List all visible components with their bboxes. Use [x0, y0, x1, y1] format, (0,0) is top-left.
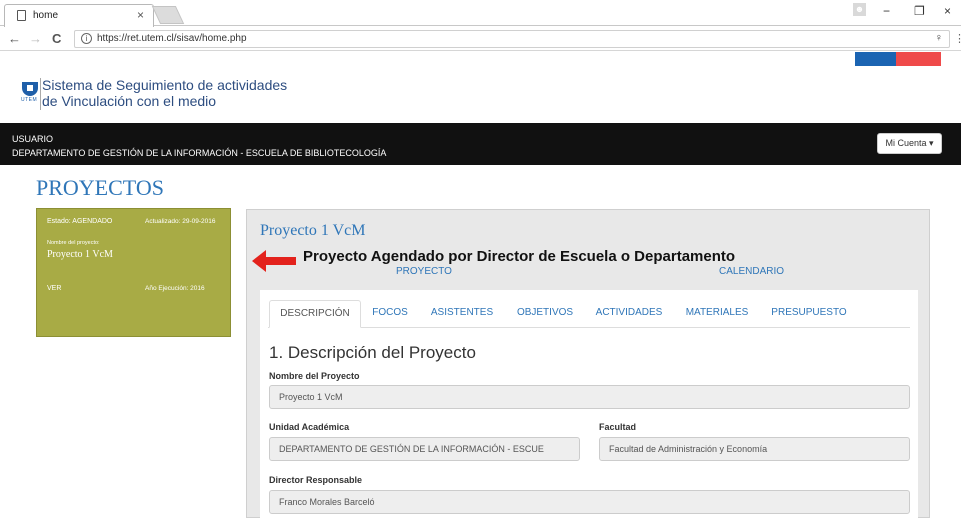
flag-red — [896, 52, 941, 66]
user-bar: USUARIO DEPARTAMENTO DE GESTIÓN DE LA IN… — [0, 123, 961, 165]
academic-unit-field[interactable]: DEPARTAMENTO DE GESTIÓN DE LA INFORMACIÓ… — [269, 437, 580, 461]
annotation-callout: Proyecto Agendado por Director de Escuel… — [303, 248, 736, 265]
reload-icon[interactable]: C — [52, 31, 61, 46]
tab-actividades[interactable]: ACTIVIDADES — [588, 300, 670, 328]
director-label: Director Responsable — [269, 475, 363, 485]
tab-focos[interactable]: FOCOS — [364, 300, 416, 328]
shield-icon — [22, 82, 38, 96]
extension-icon[interactable]: ♀ — [935, 32, 943, 44]
calendario-link[interactable]: CALENDARIO — [719, 266, 784, 277]
url-text[interactable]: https://ret.utem.cl/sisav/home.php — [97, 33, 247, 44]
proyecto-link[interactable]: PROYECTO — [396, 266, 452, 277]
logo-text: UTEM — [21, 97, 38, 103]
site-title-line1: Sistema de Seguimiento de actividades — [42, 77, 288, 93]
card-name: Proyecto 1 VcM — [47, 249, 113, 260]
tab-title: home — [33, 10, 59, 21]
my-account-button[interactable]: Mi Cuenta ▾ — [877, 133, 942, 154]
browser-tab-bar: home × ☻ − ❐ × — [0, 0, 961, 27]
section-title: 1. Descripción del Proyecto — [269, 343, 476, 362]
director-field[interactable]: Franco Morales Barceló — [269, 490, 910, 514]
card-updated: Actualizado: 29-09-2016 — [145, 218, 216, 225]
red-arrow-icon — [252, 250, 296, 272]
forward-icon[interactable]: → — [29, 31, 42, 46]
card-name-label: Nombre del proyecto: — [47, 240, 100, 246]
address-bar: ← → C i https://ret.utem.cl/sisav/home.p… — [0, 27, 961, 51]
restore-button[interactable]: ❐ — [914, 4, 925, 18]
new-tab-button[interactable] — [151, 6, 185, 24]
brand-divider — [40, 78, 41, 110]
utem-logo: UTEM — [21, 82, 38, 104]
tab-close-icon[interactable]: × — [137, 8, 144, 22]
project-name-label: Nombre del Proyecto — [269, 371, 360, 381]
browser-menu-icon[interactable]: ⋮ — [954, 32, 961, 45]
tab-materiales[interactable]: MATERIALES — [678, 300, 756, 328]
user-department: DEPARTAMENTO DE GESTIÓN DE LA INFORMACIÓ… — [12, 148, 387, 158]
close-window-button[interactable]: × — [944, 4, 951, 18]
project-card[interactable]: Estado: AGENDADO Actualizado: 29-09-2016… — [36, 208, 231, 337]
flag-blue — [855, 52, 896, 66]
faculty-field[interactable]: Facultad de Administración y Economía — [599, 437, 910, 461]
project-name-field[interactable]: Proyecto 1 VcM — [269, 385, 910, 409]
tab-presupuesto[interactable]: PRESUPUESTO — [764, 300, 854, 328]
browser-tab[interactable]: home × — [4, 4, 154, 27]
user-role: USUARIO — [12, 134, 54, 144]
document-icon — [17, 10, 26, 21]
tab-objetivos[interactable]: OBJETIVOS — [508, 300, 582, 328]
academic-unit-label: Unidad Académica — [269, 422, 350, 432]
tab-descripcion[interactable]: DESCRIPCIÓN — [269, 300, 361, 328]
project-title: Proyecto 1 VcM — [260, 222, 366, 239]
minimize-button[interactable]: − — [883, 4, 890, 18]
site-title-line2: de Vinculación con el medio — [42, 93, 217, 109]
card-view-link[interactable]: VER — [47, 285, 61, 292]
card-status: Estado: AGENDADO — [47, 218, 113, 225]
tab-asistentes[interactable]: ASISTENTES — [424, 300, 500, 328]
info-icon[interactable]: i — [81, 33, 92, 44]
url-input[interactable]: i https://ret.utem.cl/sisav/home.php ♀ — [74, 30, 950, 48]
profile-icon[interactable]: ☻ — [853, 3, 866, 16]
card-year: Año Ejecución: 2016 — [145, 285, 205, 292]
page-title: PROYECTOS — [36, 175, 164, 200]
chile-flag-stripe — [855, 52, 941, 66]
faculty-label: Facultad — [599, 422, 637, 432]
back-icon[interactable]: ← — [8, 31, 21, 46]
